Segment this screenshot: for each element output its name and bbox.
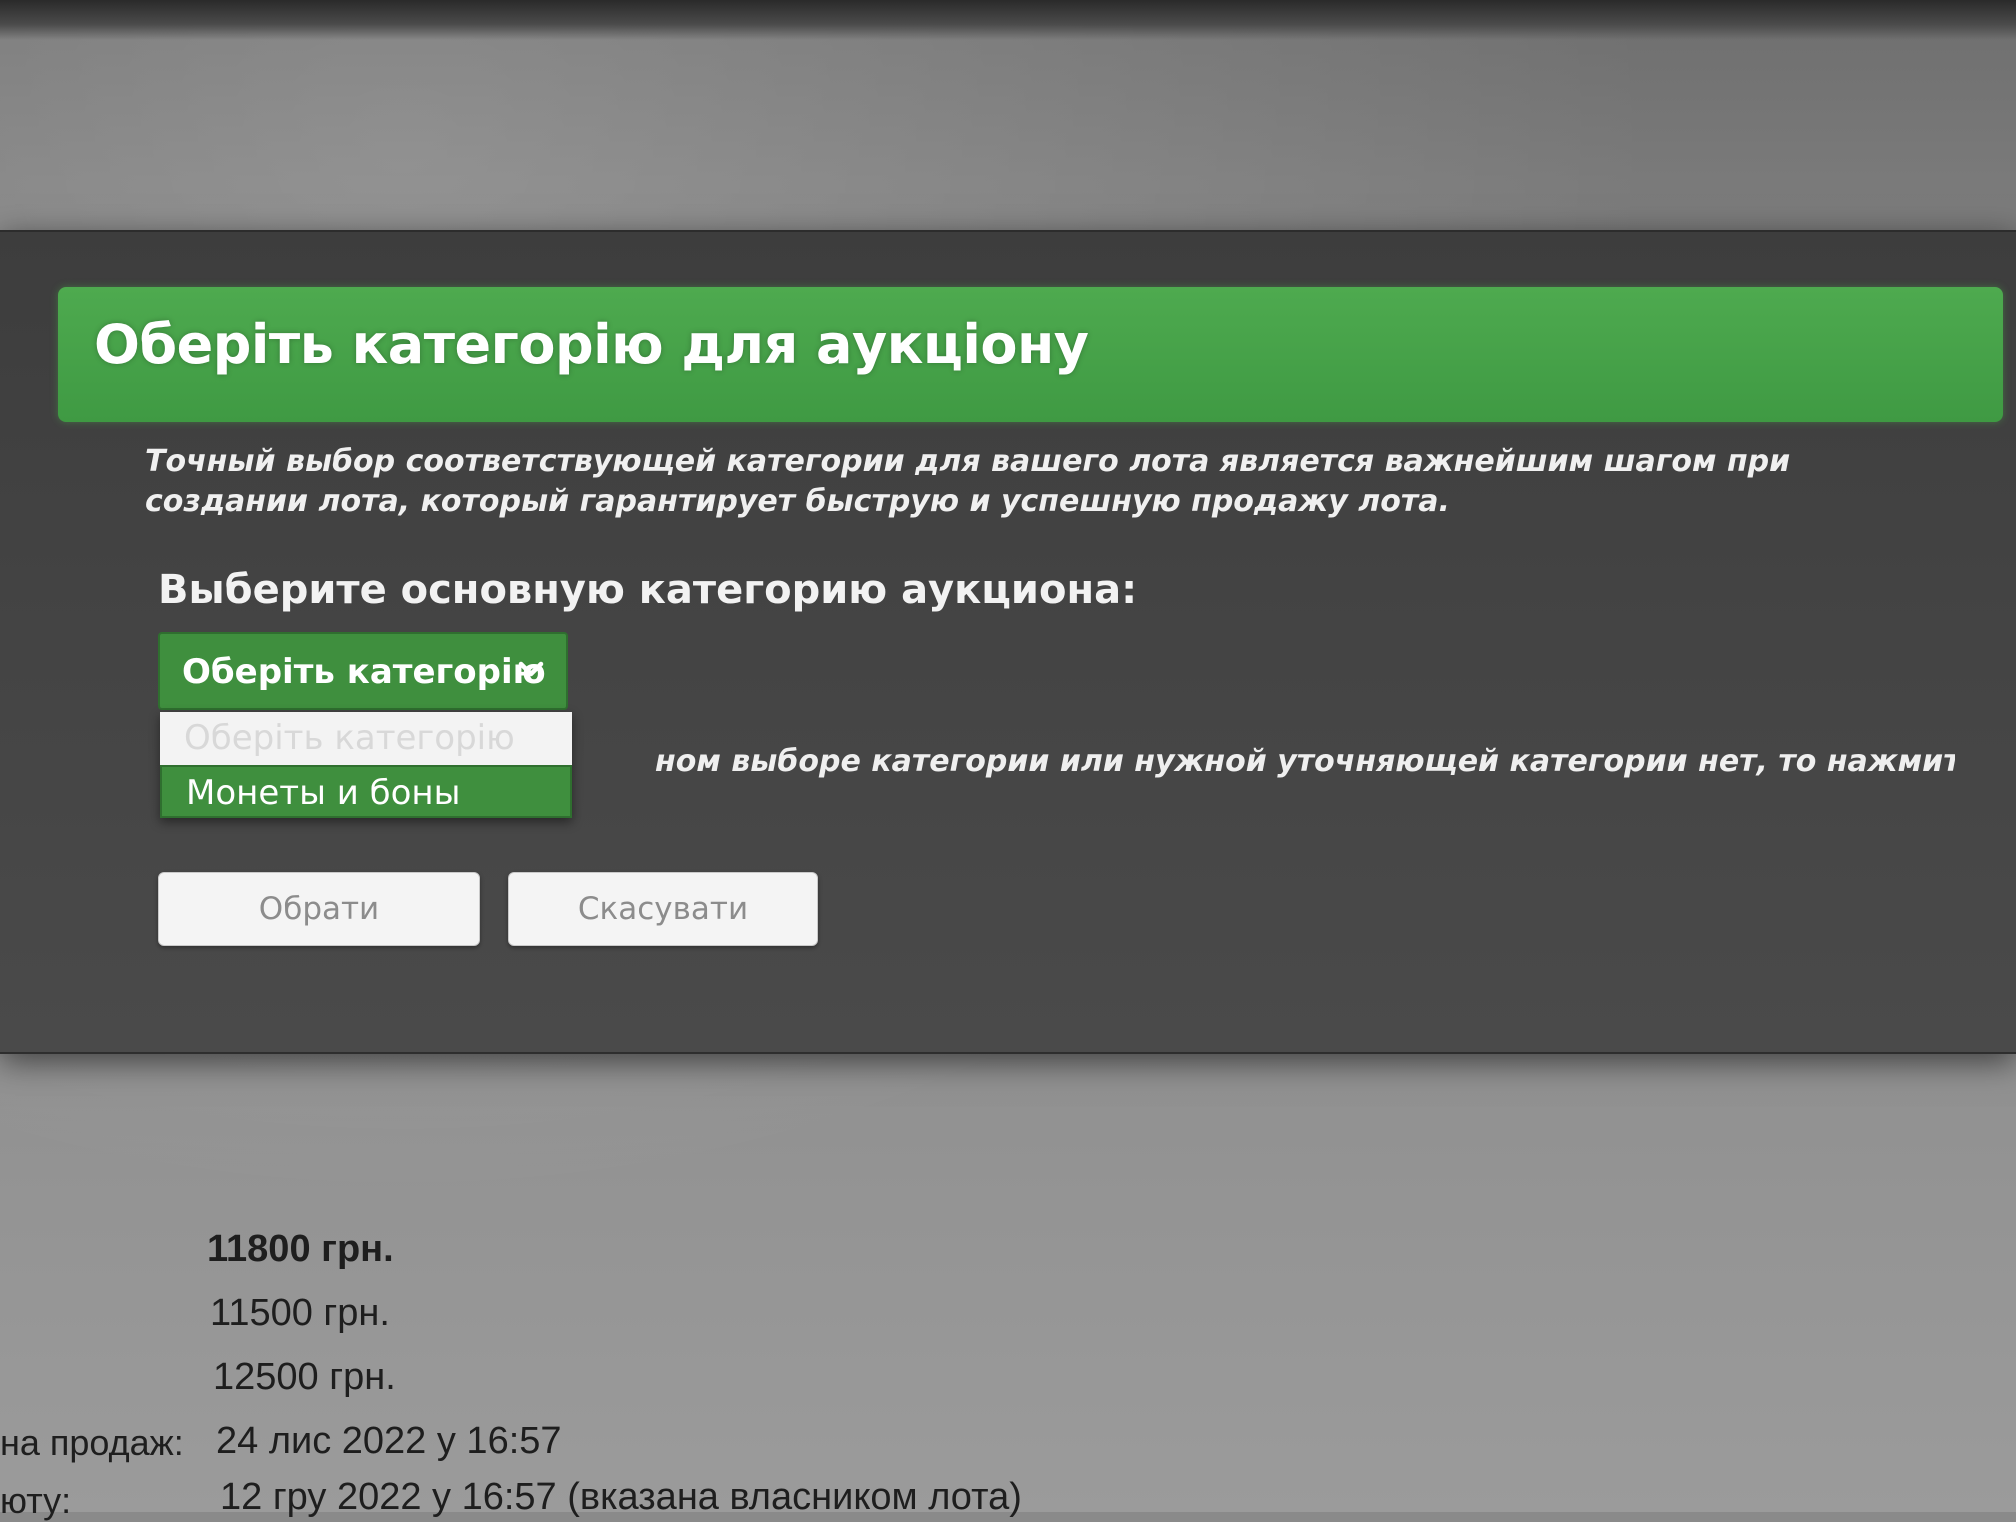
select-value: Оберіть категорію	[182, 652, 546, 692]
chevron-down-icon	[518, 661, 544, 677]
lot-info: 11800 грн. 11500 грн. 12500 грн. на прод…	[0, 1170, 2016, 1521]
intro-text: Точный выбор соответствующей категории д…	[145, 444, 1791, 519]
select-label: Выберите основную категорию аукциона:	[158, 567, 1138, 613]
category-dropdown-list: Оберіть категорію Монеты и боны	[160, 712, 572, 818]
select-button[interactable]: Обрати	[158, 872, 480, 946]
hint-text: ном выборе категории или нужной уточняющ…	[655, 744, 1955, 779]
modal-title: Оберіть категорію для аукціону	[94, 313, 1089, 376]
category-select[interactable]: Оберіть категорію	[158, 632, 568, 710]
category-modal: Оберіть категорію для аукціону Точный вы…	[0, 230, 2016, 1054]
end-label: юту:	[0, 1480, 72, 1521]
buyout-price: 12500 грн.	[213, 1356, 396, 1398]
sale-date: 24 лис 2022 у 16:57	[216, 1420, 562, 1462]
cancel-button[interactable]: Скасувати	[508, 872, 818, 946]
start-price: 11500 грн.	[210, 1292, 390, 1334]
current-price: 11800 грн.	[207, 1228, 394, 1270]
browser-top-edge	[0, 0, 2016, 40]
end-date: 12 гру 2022 у 16:57 (вказана власником л…	[220, 1476, 1022, 1518]
modal-header: Оберіть категорію для аукціону	[58, 287, 2003, 422]
dropdown-option-placeholder[interactable]: Оберіть категорію	[160, 712, 572, 765]
dropdown-option-coins[interactable]: Монеты и боны	[160, 765, 572, 818]
sale-label: на продаж:	[0, 1422, 184, 1463]
